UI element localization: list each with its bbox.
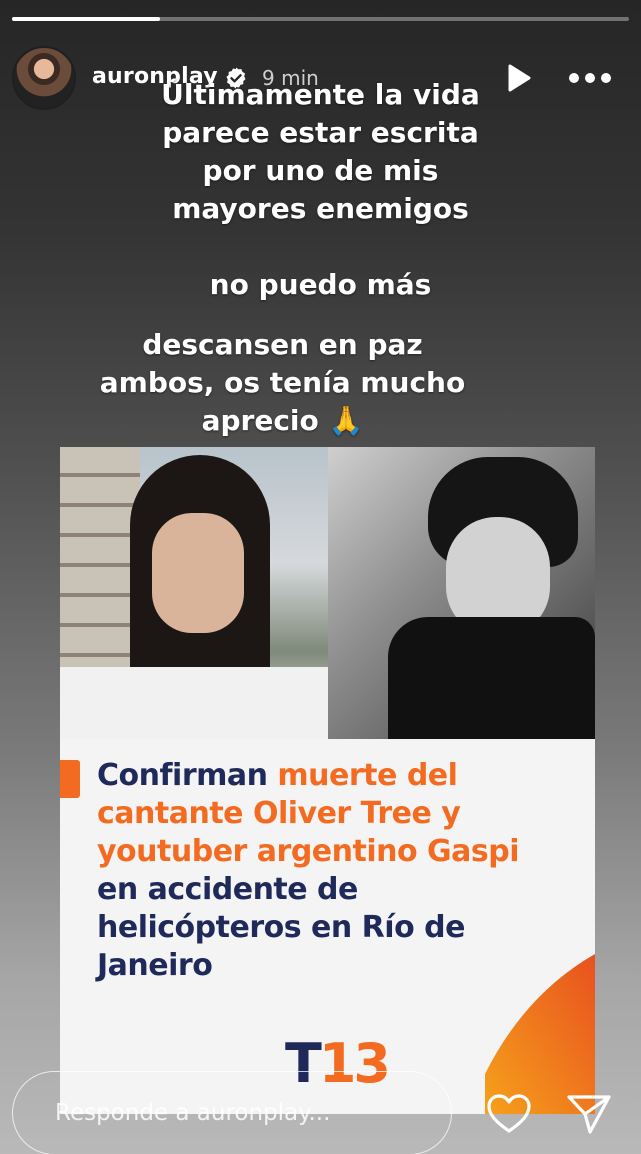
praying-hands-icon: 🙏: [328, 404, 364, 437]
reply-placeholder: Responde a auronplay...: [55, 1100, 331, 1126]
news-headline: Confirman muerte del cantante Oliver Tre…: [97, 758, 520, 983]
photo-oliver-tree: [60, 447, 328, 739]
send-icon[interactable]: [566, 1092, 612, 1136]
caption-text-3: descansen en paz ambos, os tenía mucho a…: [99, 328, 466, 437]
story-viewer[interactable]: auronplay 9 min Últimamente la vida pare…: [0, 0, 641, 1154]
story-progress-fill: [12, 17, 161, 21]
heart-icon[interactable]: [486, 1093, 532, 1135]
photo-gaspi: [328, 447, 595, 739]
caption-text-1: Últimamente la vida parece estar escrita…: [161, 78, 480, 225]
caption-text-2: no puedo más: [209, 268, 432, 301]
reply-input[interactable]: Responde a auronplay...: [12, 1071, 452, 1154]
brand-decoration-shape: [485, 954, 595, 1114]
story-progress-bar: [12, 17, 629, 21]
shared-news-post[interactable]: Confirman muerte del cantante Oliver Tre…: [60, 447, 595, 1114]
headline-accent-bar: [60, 760, 80, 798]
